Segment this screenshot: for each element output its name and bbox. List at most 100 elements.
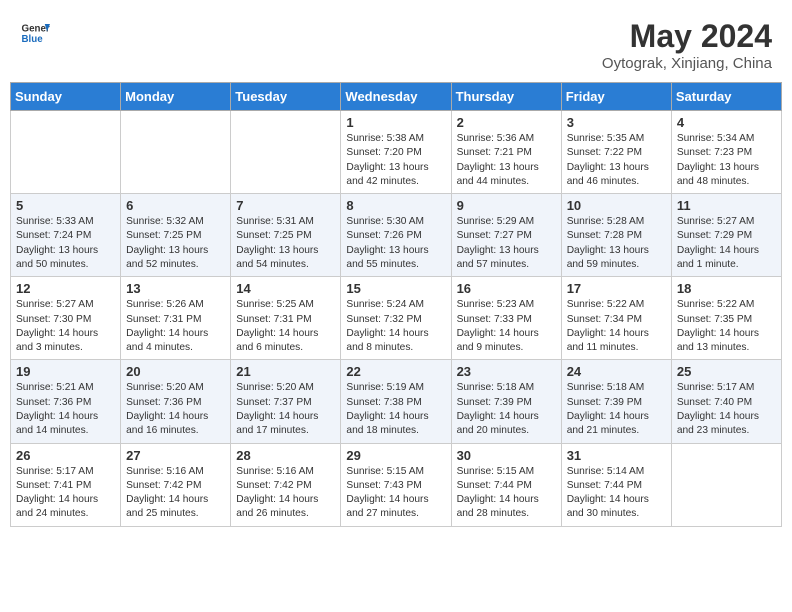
calendar-cell <box>671 443 781 526</box>
day-number: 15 <box>346 281 445 296</box>
day-number: 22 <box>346 364 445 379</box>
day-info: Sunrise: 5:15 AMSunset: 7:44 PMDaylight:… <box>457 465 556 522</box>
day-info: Sunrise: 5:34 AMSunset: 7:23 PMDaylight:… <box>677 132 776 189</box>
day-info: Sunrise: 5:22 AMSunset: 7:35 PMDaylight:… <box>677 298 776 355</box>
calendar-week-row: 26 Sunrise: 5:17 AMSunset: 7:41 PMDayligh… <box>11 443 782 526</box>
day-info: Sunrise: 5:31 AMSunset: 7:25 PMDaylight:… <box>236 215 335 272</box>
day-number: 8 <box>346 198 445 213</box>
month-year-title: May 2024 <box>602 18 772 55</box>
calendar-cell: 24Sunrise: 5:18 AMSunset: 7:39 PMDayligh… <box>561 360 671 443</box>
day-number: 28 <box>236 448 335 463</box>
day-number: 13 <box>126 281 225 296</box>
calendar-header-monday: Monday <box>121 83 231 111</box>
day-number: 2 <box>457 115 556 130</box>
day-info: Sunrise: 5:29 AMSunset: 7:27 PMDaylight:… <box>457 215 556 272</box>
calendar-cell: 7Sunrise: 5:31 AMSunset: 7:25 PMDaylight… <box>231 194 341 277</box>
calendar-cell: 17Sunrise: 5:22 AMSunset: 7:34 PMDayligh… <box>561 277 671 360</box>
day-info: Sunrise: 5:38 AMSunset: 7:20 PMDaylight:… <box>346 132 445 189</box>
calendar-cell: 18 Sunrise: 5:22 AMSunset: 7:35 PMDayligh… <box>671 277 781 360</box>
calendar-cell <box>11 111 121 194</box>
location-subtitle: Oytograk, Xinjiang, China <box>602 55 772 72</box>
calendar-cell: 23Sunrise: 5:18 AMSunset: 7:39 PMDayligh… <box>451 360 561 443</box>
day-number: 29 <box>346 448 445 463</box>
svg-text:Blue: Blue <box>22 34 44 45</box>
calendar-cell: 16 Sunrise: 5:23 AMSunset: 7:33 PMDayligh… <box>451 277 561 360</box>
calendar-cell: 5 Sunrise: 5:33 AMSunset: 7:24 PMDaylight… <box>11 194 121 277</box>
day-info: Sunrise: 5:16 AMSunset: 7:42 PMDaylight:… <box>236 465 335 522</box>
calendar-week-row: 1 Sunrise: 5:38 AMSunset: 7:20 PMDaylight… <box>11 111 782 194</box>
calendar-cell <box>121 111 231 194</box>
calendar-week-row: 5 Sunrise: 5:33 AMSunset: 7:24 PMDaylight… <box>11 194 782 277</box>
day-info: Sunrise: 5:32 AMSunset: 7:25 PMDaylight:… <box>126 215 225 272</box>
day-number: 14 <box>236 281 335 296</box>
day-number: 20 <box>126 364 225 379</box>
calendar-cell: 1 Sunrise: 5:38 AMSunset: 7:20 PMDaylight… <box>341 111 451 194</box>
calendar-week-row: 12 Sunrise: 5:27 AMSunset: 7:30 PMDayligh… <box>11 277 782 360</box>
calendar-cell: 29 Sunrise: 5:15 AMSunset: 7:43 PMDayligh… <box>341 443 451 526</box>
calendar-header-row: SundayMondayTuesdayWednesdayThursdayFrid… <box>11 83 782 111</box>
day-number: 27 <box>126 448 225 463</box>
day-info: Sunrise: 5:23 AMSunset: 7:33 PMDaylight:… <box>457 298 556 355</box>
title-block: May 2024 Oytograk, Xinjiang, China <box>602 18 772 72</box>
day-number: 26 <box>16 448 115 463</box>
day-number: 5 <box>16 198 115 213</box>
calendar-cell: 4Sunrise: 5:34 AMSunset: 7:23 PMDaylight… <box>671 111 781 194</box>
calendar-cell: 9 Sunrise: 5:29 AMSunset: 7:27 PMDaylight… <box>451 194 561 277</box>
calendar-cell: 22Sunrise: 5:19 AMSunset: 7:38 PMDayligh… <box>341 360 451 443</box>
day-number: 6 <box>126 198 225 213</box>
calendar-header-tuesday: Tuesday <box>231 83 341 111</box>
day-number: 18 <box>677 281 776 296</box>
day-number: 16 <box>457 281 556 296</box>
calendar-cell: 14Sunrise: 5:25 AMSunset: 7:31 PMDayligh… <box>231 277 341 360</box>
day-number: 19 <box>16 364 115 379</box>
calendar-cell: 15 Sunrise: 5:24 AMSunset: 7:32 PMDayligh… <box>341 277 451 360</box>
day-number: 9 <box>457 198 556 213</box>
calendar-cell: 26 Sunrise: 5:17 AMSunset: 7:41 PMDayligh… <box>11 443 121 526</box>
calendar-table: SundayMondayTuesdayWednesdayThursdayFrid… <box>10 82 782 527</box>
day-info: Sunrise: 5:17 AMSunset: 7:41 PMDaylight:… <box>16 465 115 522</box>
calendar-header-friday: Friday <box>561 83 671 111</box>
day-number: 10 <box>567 198 666 213</box>
calendar-cell: 12 Sunrise: 5:27 AMSunset: 7:30 PMDayligh… <box>11 277 121 360</box>
calendar-cell: 30 Sunrise: 5:15 AMSunset: 7:44 PMDayligh… <box>451 443 561 526</box>
day-info: Sunrise: 5:24 AMSunset: 7:32 PMDaylight:… <box>346 298 445 355</box>
day-info: Sunrise: 5:18 AMSunset: 7:39 PMDaylight:… <box>457 381 556 438</box>
day-number: 24 <box>567 364 666 379</box>
calendar-week-row: 19Sunrise: 5:21 AMSunset: 7:36 PMDayligh… <box>11 360 782 443</box>
day-number: 11 <box>677 198 776 213</box>
calendar-cell <box>231 111 341 194</box>
page-header: General Blue May 2024 Oytograk, Xinjiang… <box>10 10 782 76</box>
day-info: Sunrise: 5:22 AMSunset: 7:34 PMDaylight:… <box>567 298 666 355</box>
day-number: 21 <box>236 364 335 379</box>
calendar-cell: 3Sunrise: 5:35 AMSunset: 7:22 PMDaylight… <box>561 111 671 194</box>
logo-icon: General Blue <box>20 18 50 48</box>
day-info: Sunrise: 5:33 AMSunset: 7:24 PMDaylight:… <box>16 215 115 272</box>
calendar-cell: 28 Sunrise: 5:16 AMSunset: 7:42 PMDayligh… <box>231 443 341 526</box>
day-number: 25 <box>677 364 776 379</box>
day-info: Sunrise: 5:35 AMSunset: 7:22 PMDaylight:… <box>567 132 666 189</box>
calendar-cell: 2 Sunrise: 5:36 AMSunset: 7:21 PMDaylight… <box>451 111 561 194</box>
calendar-cell: 11 Sunrise: 5:27 AMSunset: 7:29 PMDayligh… <box>671 194 781 277</box>
calendar-cell: 21 Sunrise: 5:20 AMSunset: 7:37 PMDayligh… <box>231 360 341 443</box>
day-number: 12 <box>16 281 115 296</box>
day-info: Sunrise: 5:20 AMSunset: 7:37 PMDaylight:… <box>236 381 335 438</box>
day-info: Sunrise: 5:27 AMSunset: 7:29 PMDaylight:… <box>677 215 776 272</box>
calendar-cell: 8 Sunrise: 5:30 AMSunset: 7:26 PMDaylight… <box>341 194 451 277</box>
day-number: 30 <box>457 448 556 463</box>
calendar-header-thursday: Thursday <box>451 83 561 111</box>
day-info: Sunrise: 5:27 AMSunset: 7:30 PMDaylight:… <box>16 298 115 355</box>
day-info: Sunrise: 5:14 AMSunset: 7:44 PMDaylight:… <box>567 465 666 522</box>
calendar-cell: 13Sunrise: 5:26 AMSunset: 7:31 PMDayligh… <box>121 277 231 360</box>
day-info: Sunrise: 5:15 AMSunset: 7:43 PMDaylight:… <box>346 465 445 522</box>
calendar-cell: 10Sunrise: 5:28 AMSunset: 7:28 PMDayligh… <box>561 194 671 277</box>
day-info: Sunrise: 5:17 AMSunset: 7:40 PMDaylight:… <box>677 381 776 438</box>
day-number: 1 <box>346 115 445 130</box>
logo: General Blue <box>20 18 50 48</box>
calendar-header-sunday: Sunday <box>11 83 121 111</box>
calendar-cell: 25 Sunrise: 5:17 AMSunset: 7:40 PMDayligh… <box>671 360 781 443</box>
day-info: Sunrise: 5:36 AMSunset: 7:21 PMDaylight:… <box>457 132 556 189</box>
day-info: Sunrise: 5:30 AMSunset: 7:26 PMDaylight:… <box>346 215 445 272</box>
day-info: Sunrise: 5:20 AMSunset: 7:36 PMDaylight:… <box>126 381 225 438</box>
day-info: Sunrise: 5:16 AMSunset: 7:42 PMDaylight:… <box>126 465 225 522</box>
calendar-cell: 27 Sunrise: 5:16 AMSunset: 7:42 PMDayligh… <box>121 443 231 526</box>
